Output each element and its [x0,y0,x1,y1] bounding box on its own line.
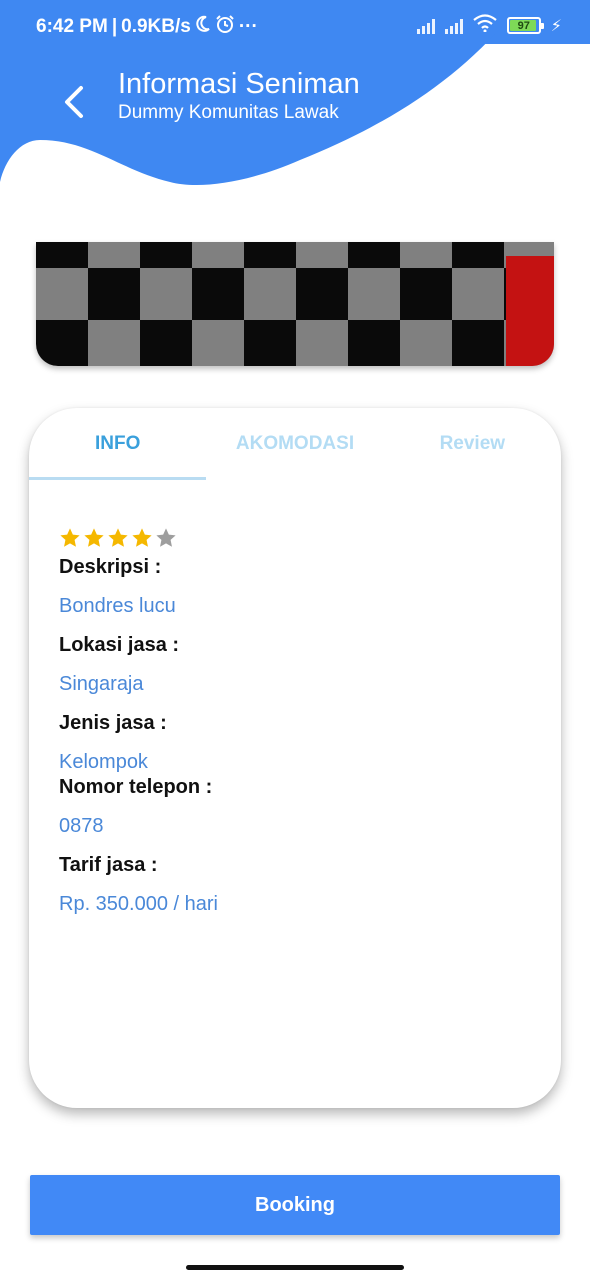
status-bar-right: 97 ⚡ [416,14,562,37]
charging-icon: ⚡ [550,17,562,35]
tab-bar: INFO AKOMODASI Review [29,408,561,480]
rate-label: Tarif jasa : [59,854,158,876]
chevron-left-icon [65,86,83,118]
signal-icon-2 [444,18,463,34]
star-filled-icon [108,528,128,547]
phone-label: Nomor telepon : [59,776,213,798]
artist-banner-image [36,242,554,366]
rate-value: Rp. 350.000 / hari [59,893,218,915]
service-type-value: Kelompok [59,751,148,773]
page-subtitle: Dummy Komunitas Lawak [118,102,339,123]
battery-icon: 97 [506,17,544,34]
info-content: Deskripsi : Bondres lucu Lokasi jasa : S… [59,526,218,915]
description-value: Bondres lucu [59,595,176,617]
phone-value: 0878 [59,815,104,837]
description-label: Deskripsi : [59,556,162,578]
tab-akomodasi[interactable]: AKOMODASI [206,408,383,480]
status-bar-left: 6:42 PM | 0.9KB/s ··· [36,14,258,40]
home-indicator [186,1265,404,1270]
location-value: Singaraja [59,673,144,695]
tab-review[interactable]: Review [384,408,561,480]
back-button[interactable] [52,80,96,124]
status-bar: 6:42 PM | 0.9KB/s ··· 97 ⚡ [0,0,590,44]
tab-info[interactable]: INFO [29,408,207,480]
more-notifications-icon: ··· [238,16,258,37]
signal-icon [416,18,435,34]
battery-level: 97 [517,19,530,32]
star-filled-icon [60,528,80,547]
moon-icon [195,15,211,39]
network-speed: 0.9KB/s [121,16,191,37]
status-separator: | [111,16,118,37]
location-label: Lokasi jasa : [59,634,180,656]
star-empty-icon [156,528,176,547]
wifi-icon [473,14,497,37]
status-time: 6:42 PM [36,16,108,37]
info-card: INFO AKOMODASI Review Deskripsi : Bondre… [29,408,561,1108]
booking-button[interactable]: Booking [30,1175,560,1235]
service-type-label: Jenis jasa : [59,712,167,734]
page-title: Informasi Seniman [118,68,360,100]
rating-stars [59,526,177,550]
star-filled-icon [132,528,152,547]
star-filled-icon [84,528,104,547]
alarm-icon [215,14,235,40]
